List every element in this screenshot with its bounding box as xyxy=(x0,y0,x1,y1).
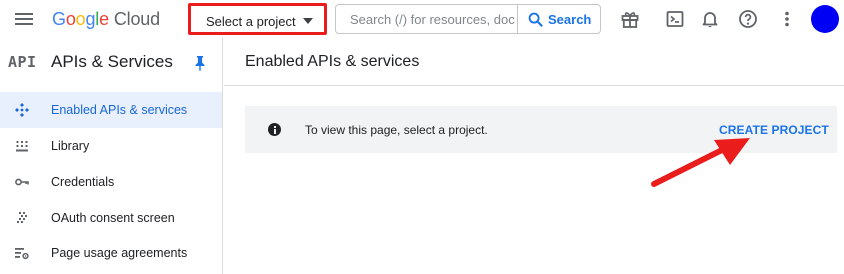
sidebar-item-label: Library xyxy=(51,139,90,153)
page-title: Enabled APIs & services xyxy=(245,53,420,70)
cloud-shell-icon[interactable] xyxy=(665,9,685,29)
menu-icon[interactable] xyxy=(14,10,34,28)
sidebar-item-page-usage[interactable]: Page usage agreements xyxy=(0,235,222,271)
pin-icon[interactable] xyxy=(193,55,207,71)
api-badge-icon: API xyxy=(8,53,37,71)
gift-icon[interactable] xyxy=(620,9,640,29)
project-picker-label: Select a project xyxy=(206,14,296,29)
sidebar-item-library[interactable]: Library xyxy=(0,128,222,164)
avatar[interactable] xyxy=(811,5,839,33)
red-arrow-annotation xyxy=(651,138,750,187)
sidebar-item-label: OAuth consent screen xyxy=(51,211,175,225)
more-vert-icon[interactable] xyxy=(777,9,797,29)
search-icon xyxy=(528,12,543,27)
notice-message: To view this page, select a project. xyxy=(305,123,488,137)
library-icon xyxy=(16,141,28,152)
search-button[interactable]: Search xyxy=(517,5,601,33)
google-cloud-logo[interactable]: Google Cloud xyxy=(52,9,160,30)
sidebar-item-oauth-consent[interactable]: OAuth consent screen xyxy=(0,200,222,236)
settings-list-icon xyxy=(15,248,29,260)
search-box: Search xyxy=(335,4,601,34)
caret-down-icon xyxy=(303,18,313,24)
sidebar-item-label: Enabled APIs & services xyxy=(51,103,188,117)
help-icon[interactable] xyxy=(738,9,758,29)
project-picker-button[interactable]: Select a project xyxy=(188,3,327,35)
api-diamond-icon xyxy=(15,103,29,117)
search-button-label: Search xyxy=(548,12,592,27)
key-icon xyxy=(15,178,29,186)
info-icon xyxy=(268,123,281,136)
page-header: Enabled APIs & services xyxy=(224,38,844,86)
oauth-icon xyxy=(17,212,27,223)
top-bar: Google Cloud Select a project Search xyxy=(0,0,844,38)
sidebar-item-enabled-apis[interactable]: Enabled APIs & services xyxy=(0,92,222,128)
notifications-icon[interactable] xyxy=(700,9,720,29)
sidebar-item-label: Page usage agreements xyxy=(51,246,188,260)
search-input[interactable] xyxy=(337,6,515,32)
sidebar-title: APIs & Services xyxy=(51,52,173,71)
sidebar-header: API APIs & Services xyxy=(0,38,222,86)
sidebar-item-label: Credentials xyxy=(51,175,115,189)
sidebar-item-credentials[interactable]: Credentials xyxy=(0,164,222,200)
sidebar: API APIs & Services Enabled APIs & servi… xyxy=(0,38,223,274)
